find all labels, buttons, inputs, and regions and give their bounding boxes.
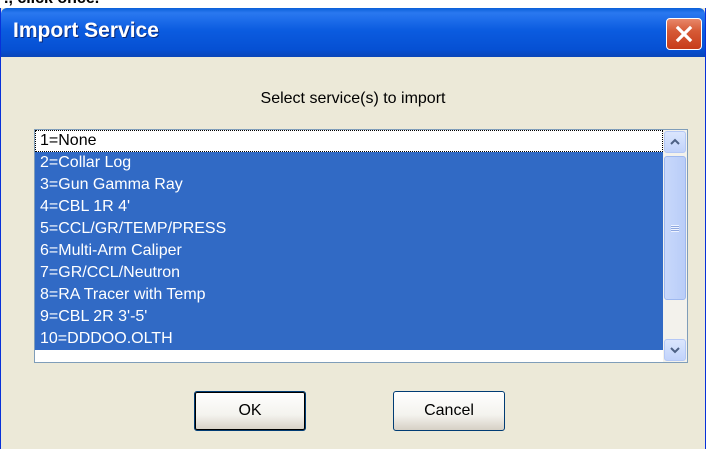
scroll-thumb[interactable]: [664, 156, 686, 300]
list-item[interactable]: 9=CBL 2R 3'-5': [35, 306, 663, 328]
chevron-down-icon: [670, 347, 680, 354]
list-item[interactable]: 2=Collar Log: [35, 152, 663, 174]
dialog-title: Import Service: [13, 19, 159, 42]
vertical-scrollbar[interactable]: [663, 130, 687, 362]
background-instruction-text: ., click once.: [0, 0, 99, 8]
title-bar[interactable]: Import Service: [1, 8, 705, 57]
list-item[interactable]: 6=Multi-Arm Caliper: [35, 240, 663, 262]
service-listbox[interactable]: 1=None 2=Collar Log 3=Gun Gamma Ray 4=CBL 1…: [34, 129, 688, 363]
close-icon: [675, 25, 693, 43]
grip-icon: [671, 224, 679, 232]
service-list: 1=None 2=Collar Log 3=Gun Gamma Ray 4=CBL 1…: [35, 130, 663, 362]
scroll-down-button[interactable]: [664, 339, 686, 361]
list-item[interactable]: 8=RA Tracer with Temp: [35, 284, 663, 306]
close-button[interactable]: [666, 18, 702, 50]
import-service-dialog: Import Service Select service(s) to impo…: [0, 8, 706, 449]
list-item[interactable]: 10=DDDOO.OLTH: [35, 328, 663, 350]
list-item[interactable]: 4=CBL 1R 4': [35, 196, 663, 218]
list-item[interactable]: 1=None: [35, 130, 663, 152]
list-item[interactable]: 7=GR/CCL/Neutron: [35, 262, 663, 284]
ok-button[interactable]: OK: [194, 391, 306, 431]
chevron-up-icon: [670, 138, 680, 145]
list-item[interactable]: 3=Gun Gamma Ray: [35, 174, 663, 196]
select-prompt: Select service(s) to import: [260, 90, 446, 107]
list-item[interactable]: 5=CCL/GR/TEMP/PRESS: [35, 218, 663, 240]
cancel-button[interactable]: Cancel: [393, 391, 505, 431]
scroll-up-button[interactable]: [664, 131, 686, 153]
